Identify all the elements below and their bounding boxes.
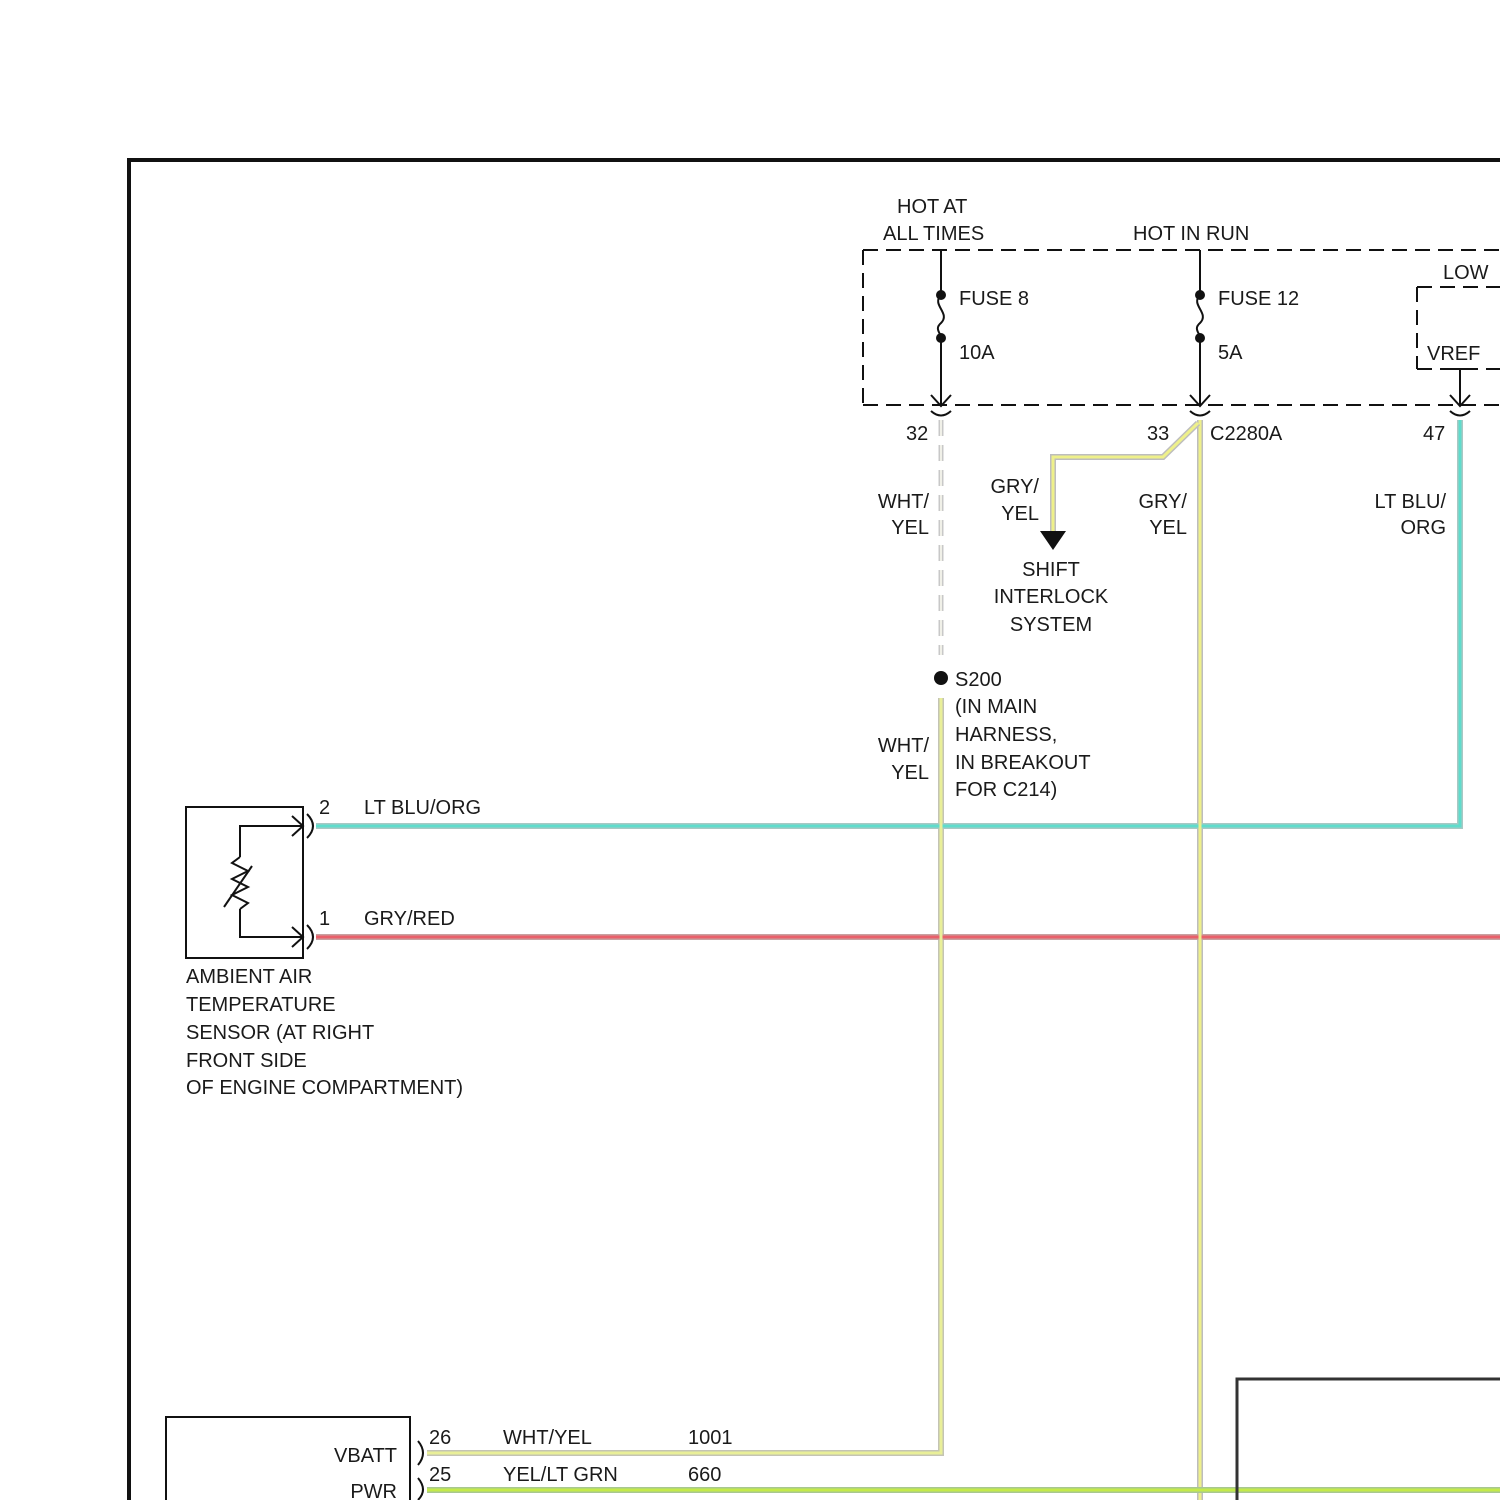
sensor-label-line5: OF ENGINE COMPARTMENT)	[186, 1077, 463, 1099]
splice-note-line4: FOR C214)	[955, 779, 1057, 801]
sensor-label-line2: TEMPERATURE	[186, 994, 336, 1016]
pin-47-label: 47	[1423, 423, 1445, 445]
shift-interlock-line1: SHIFT	[1022, 559, 1080, 581]
wiring-diagram: HOT AT ALL TIMES HOT IN RUN LOW VREF FUS…	[127, 158, 1500, 1500]
module-pin-25-circuit: 660	[688, 1464, 721, 1486]
module-pwr-label: PWR	[350, 1481, 397, 1500]
module-pin-26-circuit: 1001	[688, 1427, 733, 1449]
pin-33-label: 33	[1147, 423, 1169, 445]
fuse-8-name: FUSE 8	[959, 288, 1029, 310]
shift-interlock-line2: INTERLOCK	[994, 586, 1109, 608]
fuse-box	[862, 249, 1500, 406]
vref-label: VREF	[1427, 343, 1480, 365]
module-vbatt-label: VBATT	[334, 1445, 397, 1467]
vref-output	[1449, 368, 1471, 417]
arrow-down-icon	[1040, 531, 1066, 550]
sensor-label-line3: SENSOR (AT RIGHT	[186, 1022, 374, 1044]
module-pin-26: 26	[429, 1427, 451, 1449]
pin-32-label: 32	[906, 423, 928, 445]
gry-yel-branch-line1: GRY/	[990, 476, 1039, 498]
fuse-12-name: FUSE 12	[1218, 288, 1299, 310]
module-pin-25-color: YEL/LT GRN	[503, 1464, 618, 1486]
lt-blu-org-line2: ORG	[1400, 517, 1446, 539]
fuse-8	[930, 250, 952, 417]
sensor-label-line4: FRONT SIDE	[186, 1050, 307, 1072]
sensor-pin-2-color: LT BLU/ORG	[364, 797, 481, 819]
wht-yel-lower-line2: YEL	[891, 762, 929, 784]
wire-wht-yel-lower	[427, 698, 944, 1456]
splice-s200-label: S200	[955, 669, 1002, 691]
wht-yel-upper-line2: YEL	[891, 517, 929, 539]
gry-yel-branch-line2: YEL	[1001, 503, 1039, 525]
fuse-8-rating: 10A	[959, 342, 995, 364]
module-pin-25: 25	[429, 1464, 451, 1486]
module-box-right	[1235, 1377, 1500, 1500]
fuse-12-rating: 5A	[1218, 342, 1243, 364]
fuse-12	[1189, 250, 1211, 417]
lt-blu-org-line1: LT BLU/	[1374, 491, 1446, 513]
sensor-pin-1-color: GRY/RED	[364, 908, 455, 930]
wire-crossing-overlay	[939, 818, 1202, 945]
sensor-pin-2: 2	[319, 797, 330, 819]
splice-note-line1: (IN MAIN	[955, 696, 1037, 718]
wht-yel-lower-line1: WHT/	[878, 735, 930, 757]
hot-at-all-times-line1: HOT AT	[897, 196, 967, 218]
shift-interlock-line3: SYSTEM	[1010, 614, 1092, 636]
ambient-air-temperature-sensor	[185, 806, 314, 959]
low-label: LOW	[1443, 262, 1489, 284]
gry-yel-main-line1: GRY/	[1138, 491, 1187, 513]
splice-note-line2: HARNESS,	[955, 724, 1057, 746]
hot-in-run-label: HOT IN RUN	[1133, 223, 1249, 245]
wire-lt-blu-org	[316, 420, 1463, 829]
module-pin-26-color: WHT/YEL	[503, 1427, 592, 1449]
wht-yel-upper-line1: WHT/	[878, 491, 930, 513]
sensor-pin-1: 1	[319, 908, 330, 930]
splice-note-line3: IN BREAKOUT	[955, 752, 1091, 774]
gry-yel-main-line2: YEL	[1149, 517, 1187, 539]
sensor-label-line1: AMBIENT AIR	[186, 966, 312, 988]
connector-c2280a-label: C2280A	[1210, 423, 1283, 445]
splice-s200-dot	[934, 671, 948, 685]
hot-at-all-times-line2: ALL TIMES	[883, 223, 984, 245]
